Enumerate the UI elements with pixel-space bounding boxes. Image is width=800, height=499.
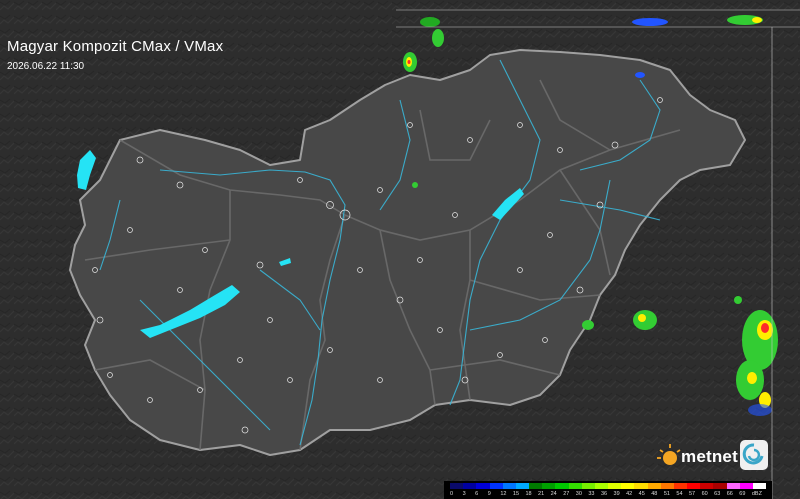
legend-unit: dBZ	[751, 491, 762, 497]
legend-swatch	[634, 483, 648, 489]
legend-swatch	[752, 483, 767, 489]
legend-tick: 12	[500, 491, 507, 497]
legend-swatch	[476, 483, 490, 489]
legend-tick: 3	[462, 491, 466, 497]
legend-swatch	[568, 483, 582, 489]
legend-tick: 57	[688, 491, 696, 497]
legend-tick: 60	[701, 491, 708, 497]
legend-ticks: 0 3 6 9 12 15 18 21 24 27 30 33 36 39 42 45 48 51 54 57 60 63…	[450, 490, 766, 499]
legend-tick: 6	[475, 491, 479, 497]
legend-swatch	[502, 483, 516, 489]
legend-swatch	[555, 483, 569, 489]
legend-swatch	[529, 483, 543, 489]
legend-swatch	[673, 483, 688, 489]
legend-tick: 48	[651, 491, 658, 497]
metnet-logo: metnet	[656, 440, 768, 474]
legend-swatch	[463, 483, 477, 489]
legend-color-bar	[450, 483, 767, 489]
radar-map	[0, 0, 800, 499]
radar-map-view: Magyar Kompozit CMax / VMax 2026.06.22 1…	[0, 0, 800, 499]
legend-tick: 36	[600, 491, 608, 497]
legend-swatch	[515, 483, 530, 489]
legend-tick: 18	[525, 491, 532, 497]
legend-tick: 27	[563, 491, 570, 497]
legend-swatch	[700, 483, 714, 489]
map-title: Magyar Kompozit CMax / VMax	[7, 38, 224, 55]
legend-swatch	[608, 483, 622, 489]
legend-swatch	[621, 483, 635, 489]
legend-swatch	[581, 483, 595, 489]
legend-swatch	[739, 483, 753, 489]
legend-tick: 63	[714, 491, 721, 497]
legend-tick: 30	[575, 491, 582, 497]
legend-swatch	[647, 483, 661, 489]
map-timestamp: 2026.06.22 11:30	[7, 61, 85, 72]
legend-swatch	[542, 483, 556, 489]
legend-tick: 21	[538, 491, 545, 497]
legend-tick: 24	[550, 491, 557, 497]
legend-tick: 42	[626, 491, 633, 497]
legend-tick: 45	[638, 491, 645, 497]
legend-swatch	[450, 483, 464, 489]
dbz-legend: 0 3 6 9 12 15 18 21 24 27 30 33 36 39 42 45 48 51 54 57 60 63…	[444, 481, 772, 499]
legend-tick: 54	[676, 491, 683, 497]
legend-tick: 15	[512, 491, 520, 497]
legend-tick: 66	[726, 491, 733, 497]
legend-tick: 39	[613, 491, 620, 497]
legend-swatch	[713, 483, 727, 489]
legend-tick: 9	[487, 491, 491, 497]
legend-tick: 33	[588, 491, 595, 497]
sun-icon	[657, 444, 681, 465]
legend-tick: 69	[739, 491, 746, 497]
legend-swatch	[660, 483, 674, 489]
legend-swatch	[726, 483, 740, 489]
legend-swatch	[489, 483, 503, 489]
brand-name: metnet	[681, 447, 738, 466]
legend-tick: 51	[663, 491, 670, 497]
legend-swatch	[594, 483, 609, 489]
legend-swatch	[687, 483, 701, 489]
legend-tick: 0	[450, 491, 454, 497]
swirl-icon	[740, 440, 768, 470]
